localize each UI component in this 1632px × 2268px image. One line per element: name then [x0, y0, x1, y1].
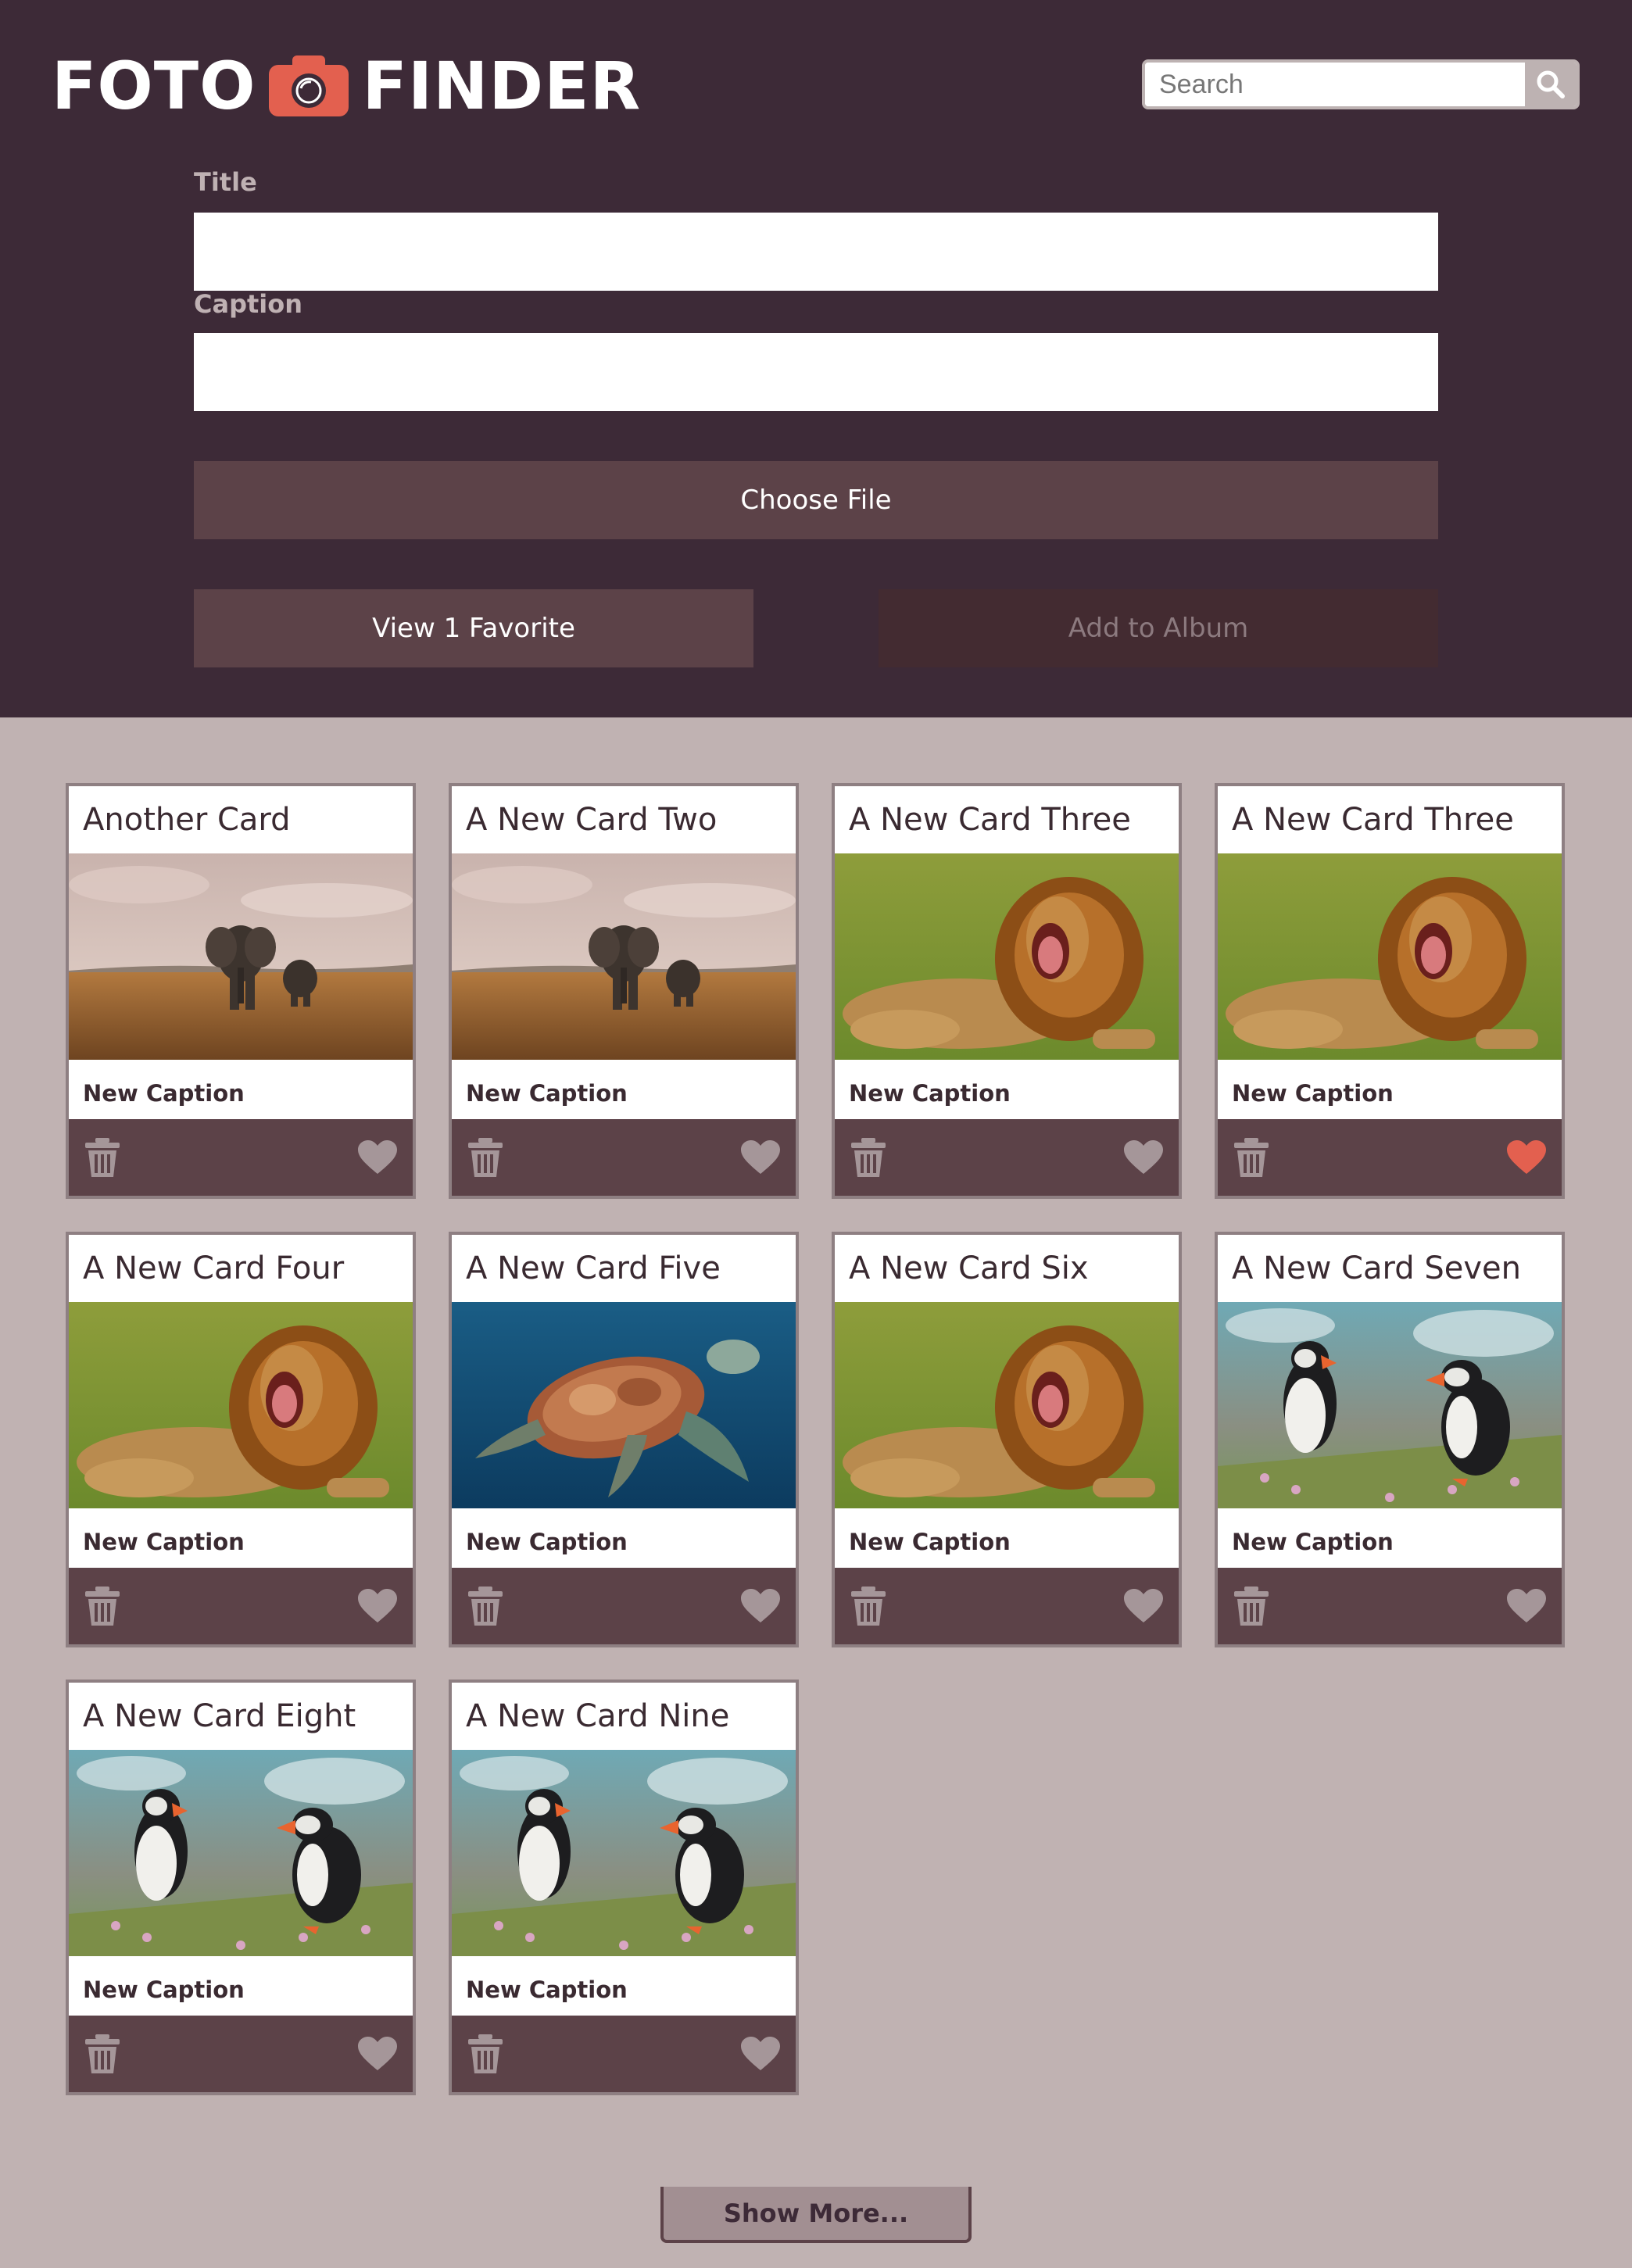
card-caption[interactable]: New Caption [835, 1060, 1179, 1122]
delete-icon[interactable] [83, 1136, 122, 1182]
card-footer [1218, 1119, 1562, 1196]
delete-icon[interactable] [849, 1585, 888, 1631]
favorite-heart-icon[interactable] [356, 1588, 399, 1628]
photo-card: A New Card Three New Caption [832, 783, 1182, 1199]
favorite-heart-icon[interactable] [739, 1588, 782, 1628]
favorite-heart-icon[interactable] [739, 1139, 782, 1179]
card-title[interactable]: Another Card [69, 786, 413, 853]
favorite-heart-icon[interactable] [739, 2036, 782, 2076]
card-title[interactable]: A New Card Seven [1218, 1235, 1562, 1302]
photo-card: A New Card Nine New Caption [449, 1680, 799, 2095]
photo-card: A New Card Two New Caption [449, 783, 799, 1199]
favorite-heart-icon[interactable] [1505, 1588, 1548, 1628]
photo-card: Another Card New Caption [66, 783, 416, 1199]
favorite-heart-icon[interactable] [356, 2036, 399, 2076]
delete-icon[interactable] [466, 1585, 505, 1631]
search-button[interactable] [1525, 63, 1577, 106]
card-footer [69, 1119, 413, 1196]
card-caption[interactable]: New Caption [1218, 1508, 1562, 1571]
card-footer [69, 1568, 413, 1644]
card-photo [1218, 853, 1562, 1060]
title-input[interactable] [194, 213, 1438, 291]
card-photo [452, 853, 796, 1060]
delete-icon[interactable] [466, 2033, 505, 2079]
card-caption[interactable]: New Caption [835, 1508, 1179, 1571]
card-caption[interactable]: New Caption [452, 1956, 796, 2019]
card-footer [69, 2016, 413, 2092]
delete-icon[interactable] [83, 2033, 122, 2079]
card-caption[interactable]: New Caption [452, 1508, 796, 1571]
card-photo [1218, 1302, 1562, 1508]
card-photo [69, 1750, 413, 1956]
card-title[interactable]: A New Card Nine [452, 1683, 796, 1750]
caption-label: Caption [194, 289, 303, 319]
card-photo [835, 853, 1179, 1060]
photo-card: A New Card Eight New Caption [66, 1680, 416, 2095]
delete-icon[interactable] [1232, 1585, 1271, 1631]
logo-text-left: FOTO [52, 48, 256, 124]
favorite-heart-icon[interactable] [1505, 1139, 1548, 1179]
card-caption[interactable]: New Caption [69, 1956, 413, 2019]
search-input[interactable] [1145, 63, 1525, 106]
photo-card: A New Card Six New Caption [832, 1232, 1182, 1647]
camera-icon [266, 54, 352, 118]
delete-icon[interactable] [466, 1136, 505, 1182]
favorite-heart-icon[interactable] [1122, 1139, 1165, 1179]
delete-icon[interactable] [1232, 1136, 1271, 1182]
card-photo [452, 1750, 796, 1956]
card-title[interactable]: A New Card Three [1218, 786, 1562, 853]
card-caption[interactable]: New Caption [1218, 1060, 1562, 1122]
card-photo [452, 1302, 796, 1508]
logo-text-right: FINDER [362, 48, 642, 124]
photo-card: A New Card Seven New Caption [1215, 1232, 1565, 1647]
choose-file-button[interactable]: Choose File [194, 461, 1438, 539]
card-footer [835, 1568, 1179, 1644]
photo-card: A New Card Four New Caption [66, 1232, 416, 1647]
card-title[interactable]: A New Card Three [835, 786, 1179, 853]
caption-input[interactable] [194, 333, 1438, 411]
card-title[interactable]: A New Card Two [452, 786, 796, 853]
photo-card: A New Card Three New Caption [1215, 783, 1565, 1199]
card-caption[interactable]: New Caption [69, 1060, 413, 1122]
favorite-heart-icon[interactable] [356, 1139, 399, 1179]
card-photo [835, 1302, 1179, 1508]
card-photo [69, 853, 413, 1060]
show-more-button[interactable]: Show More... [660, 2187, 972, 2243]
photo-card: A New Card Five New Caption [449, 1232, 799, 1647]
header: FOTO FINDER Title Caption Choose File Vi… [0, 0, 1632, 717]
card-title[interactable]: A New Card Six [835, 1235, 1179, 1302]
card-title[interactable]: A New Card Five [452, 1235, 796, 1302]
card-footer [452, 1568, 796, 1644]
view-favorites-button[interactable]: View 1 Favorite [194, 589, 753, 667]
favorite-heart-icon[interactable] [1122, 1588, 1165, 1628]
add-to-album-button[interactable]: Add to Album [879, 589, 1438, 667]
card-footer [1218, 1568, 1562, 1644]
card-title[interactable]: A New Card Eight [69, 1683, 413, 1750]
card-caption[interactable]: New Caption [69, 1508, 413, 1571]
card-photo [69, 1302, 413, 1508]
title-label: Title [194, 167, 257, 197]
delete-icon[interactable] [849, 1136, 888, 1182]
search-bar [1142, 59, 1580, 109]
card-footer [835, 1119, 1179, 1196]
card-footer [452, 1119, 796, 1196]
delete-icon[interactable] [83, 1585, 122, 1631]
card-caption[interactable]: New Caption [452, 1060, 796, 1122]
app-logo[interactable]: FOTO FINDER [52, 47, 641, 125]
card-footer [452, 2016, 796, 2092]
search-icon [1537, 70, 1565, 98]
card-title[interactable]: A New Card Four [69, 1235, 413, 1302]
